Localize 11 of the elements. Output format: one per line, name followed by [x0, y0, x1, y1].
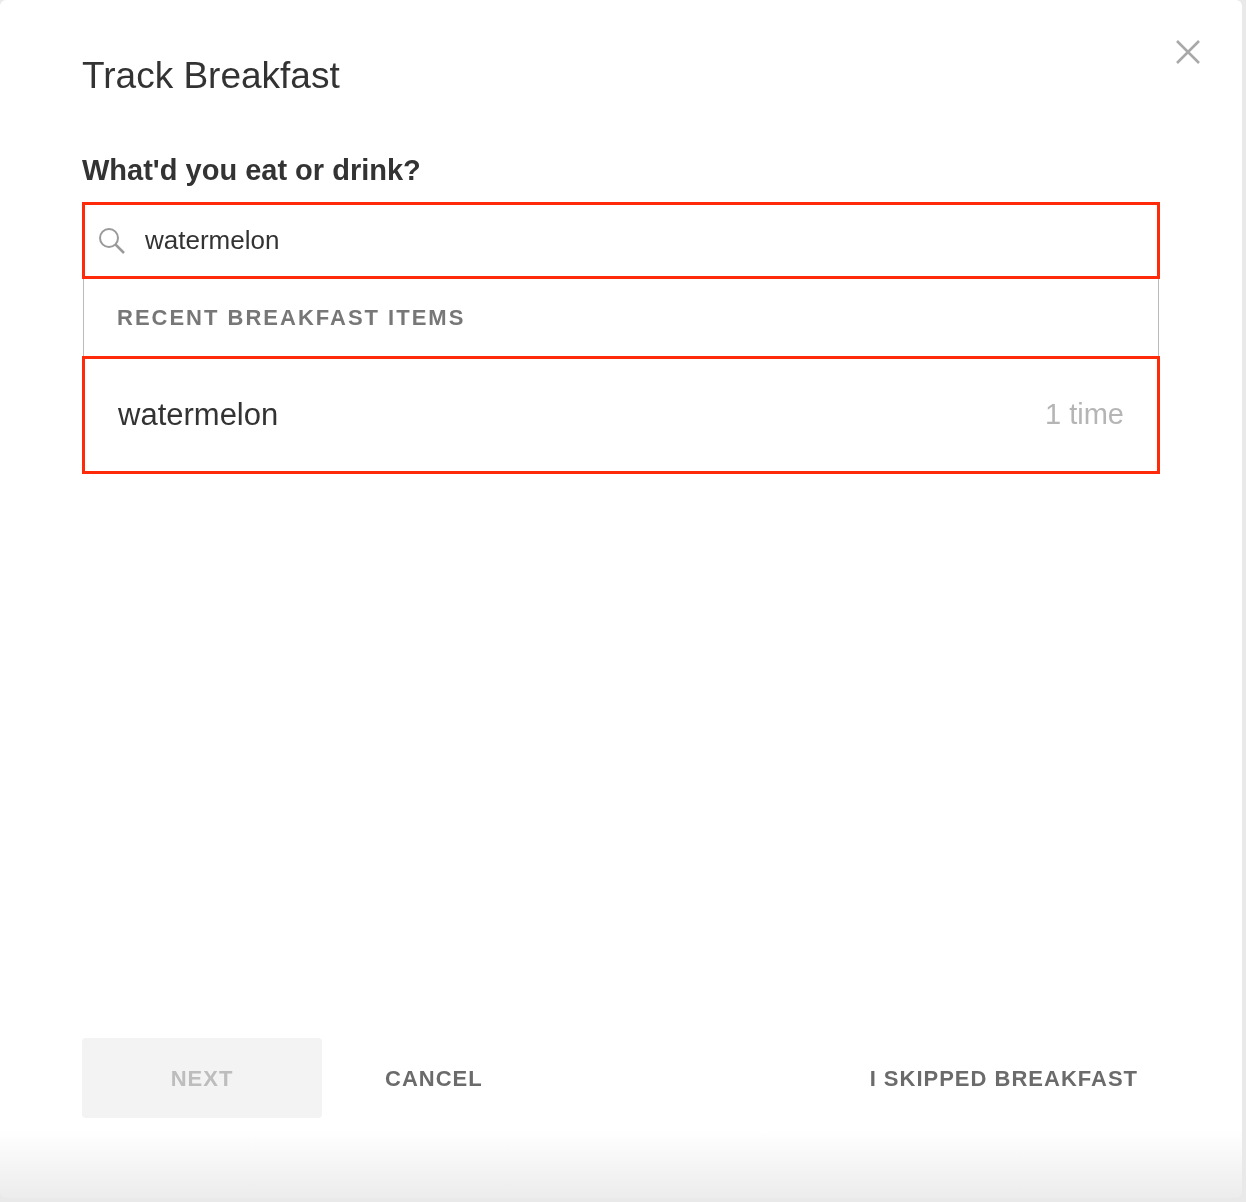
- search-field[interactable]: watermelon: [82, 202, 1160, 279]
- cancel-button[interactable]: CANCEL: [385, 1038, 483, 1118]
- close-icon[interactable]: [1174, 38, 1202, 66]
- question-label: What'd you eat or drink?: [82, 153, 422, 188]
- section-header: RECENT BREAKFAST ITEMS: [116, 304, 467, 332]
- search-icon: [97, 226, 127, 256]
- skip-button[interactable]: I SKIPPED BREAKFAST: [869, 1038, 1138, 1118]
- item-name: watermelon: [118, 395, 279, 434]
- dialog-title: Track Breakfast: [82, 54, 340, 98]
- item-count: 1 time: [1045, 397, 1124, 433]
- suggestion-item[interactable]: watermelon 1 time: [82, 356, 1160, 474]
